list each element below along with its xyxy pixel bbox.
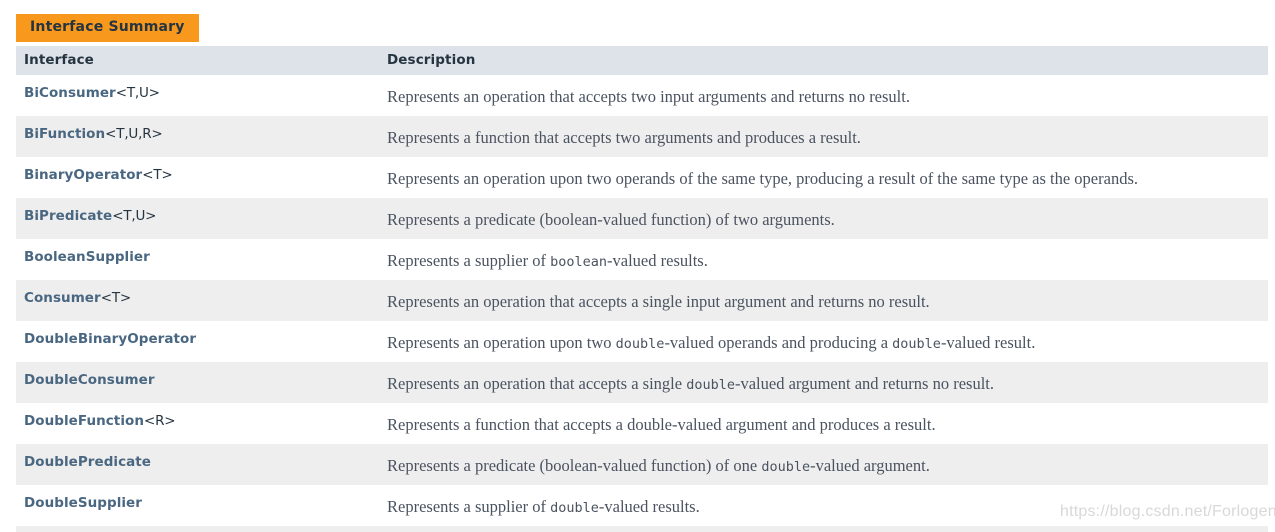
table-bottom-edge: [16, 527, 1268, 532]
description-segment: Represents a predicate (boolean-valued f…: [387, 210, 835, 229]
description-code-term: boolean: [550, 254, 608, 270]
description-segment: -valued results.: [607, 251, 708, 270]
interface-link[interactable]: DoubleBinaryOperator: [24, 331, 196, 347]
page-root: Interface Summary Interface Description …: [0, 0, 1275, 532]
cell-interface: DoubleSupplier: [16, 485, 381, 526]
description-text: Represents an operation that accepts a s…: [387, 374, 995, 394]
interface-generic-params: <T>: [142, 167, 173, 183]
description-segment: Represents an operation upon two operand…: [387, 169, 1138, 188]
table-row: DoublePredicate Represents a predicate (b…: [16, 444, 1268, 485]
cell-interface: Consumer<T>: [16, 280, 381, 321]
table-row: BiPredicate<T,U> Represents a predicate (…: [16, 198, 1268, 239]
cell-interface: DoubleFunction<R>: [16, 403, 381, 444]
description-segment: Represents a supplier of: [387, 251, 551, 270]
description-segment: Represents a predicate (boolean-valued f…: [387, 456, 762, 475]
interface-link[interactable]: DoubleSupplier: [24, 495, 142, 511]
cell-description: Represents a function that accepts two a…: [381, 116, 1268, 157]
table-header-row: Interface Description: [16, 46, 1268, 75]
table-row: DoubleConsumer Represents an operation th…: [16, 362, 1268, 403]
description-code-term: double: [550, 500, 599, 516]
cell-description: Represents an operation upon two operand…: [381, 157, 1268, 198]
cell-interface: DoublePredicate: [16, 444, 381, 485]
cell-description: Represents an operation upon two double-…: [381, 321, 1268, 362]
description-text: Represents an operation upon two double-…: [387, 333, 1036, 353]
description-segment: Represents a function that accepts a dou…: [387, 415, 936, 434]
description-code-term: double: [892, 336, 941, 352]
column-header-description: Description: [381, 46, 1268, 75]
interface-link[interactable]: DoubleConsumer: [24, 372, 155, 388]
description-segment: Represents a supplier of: [387, 497, 551, 516]
column-header-interface: Interface: [16, 46, 381, 75]
interface-link[interactable]: BiConsumer: [24, 85, 116, 101]
cell-description: Represents a supplier of double-valued r…: [381, 485, 1268, 526]
description-segment: Represents an operation that accepts a s…: [387, 374, 687, 393]
interface-summary-caption: Interface Summary: [16, 14, 199, 42]
table-header: Interface Description: [16, 46, 1268, 75]
table-row: BinaryOperator<T> Represents an operation…: [16, 157, 1268, 198]
interface-link[interactable]: BooleanSupplier: [24, 249, 150, 265]
description-code-term: double: [615, 336, 665, 352]
description-segment: -valued operands and producing a: [664, 333, 893, 352]
description-text: Represents an operation that accepts a s…: [387, 292, 930, 311]
cell-interface: DoubleConsumer: [16, 362, 381, 403]
interface-generic-params: <R>: [143, 413, 176, 429]
caption-tab-label: Interface Summary: [16, 14, 199, 42]
description-text: Represents a predicate (boolean-valued f…: [387, 456, 930, 476]
description-segment: -valued result.: [940, 333, 1036, 352]
table-row: BiFunction<T,U,R> Represents a function t…: [16, 116, 1268, 157]
description-text: Represents a function that accepts two a…: [387, 128, 861, 147]
description-code-term: double: [761, 459, 811, 475]
cell-description: Represents an operation that accepts two…: [381, 75, 1268, 116]
description-segment: Represents a function that accepts two a…: [387, 128, 861, 147]
description-segment: -valued argument.: [810, 456, 930, 475]
table-row: BiConsumer<T,U> Represents an operation t…: [16, 75, 1268, 116]
description-text: Represents an operation that accepts two…: [387, 87, 910, 106]
description-code-term: double: [686, 377, 735, 393]
interface-generic-params: <T,U>: [115, 85, 160, 101]
description-text: Represents a supplier of boolean-valued …: [387, 251, 708, 271]
cell-interface: BinaryOperator<T>: [16, 157, 381, 198]
description-segment: Represents an operation that accepts two…: [387, 87, 910, 106]
cell-description: Represents a predicate (boolean-valued f…: [381, 198, 1268, 239]
cell-interface: BiFunction<T,U,R>: [16, 116, 381, 157]
description-segment: -valued argument and returns no result.: [734, 374, 995, 393]
cell-description: Represents a predicate (boolean-valued f…: [381, 444, 1268, 485]
description-segment: -valued results.: [598, 497, 700, 516]
cell-description: Represents a function that accepts a dou…: [381, 403, 1268, 444]
interface-link[interactable]: BiFunction: [24, 126, 105, 142]
description-text: Represents a function that accepts a dou…: [387, 415, 936, 434]
interface-generic-params: <T,U,R>: [105, 126, 163, 142]
cell-interface: BiPredicate<T,U>: [16, 198, 381, 239]
table-row: BooleanSupplier Represents a supplier of …: [16, 239, 1268, 280]
cell-description: Represents an operation that accepts a s…: [381, 362, 1268, 403]
table-row: Consumer<T> Represents an operation that …: [16, 280, 1268, 321]
interface-link[interactable]: DoubleFunction: [24, 413, 144, 429]
description-segment: Represents an operation that accepts a s…: [387, 292, 930, 311]
cell-interface: BiConsumer<T,U>: [16, 75, 381, 116]
description-text: Represents an operation upon two operand…: [387, 169, 1138, 188]
table-row: DoubleSupplier Represents a supplier of d…: [16, 485, 1268, 526]
interface-summary-table: Interface Description BiConsumer<T,U> Rep…: [16, 46, 1268, 532]
cell-interface: DoubleBinaryOperator: [16, 321, 381, 362]
cell-interface: BooleanSupplier: [16, 239, 381, 280]
table-row: DoubleFunction<R> Represents a function t…: [16, 403, 1268, 444]
table-row: DoubleBinaryOperator Represents an operat…: [16, 321, 1268, 362]
interface-link[interactable]: BinaryOperator: [24, 167, 142, 183]
cell-description: Represents an operation that accepts a s…: [381, 280, 1268, 321]
table-body: BiConsumer<T,U> Represents an operation t…: [16, 75, 1268, 532]
description-text: Represents a predicate (boolean-valued f…: [387, 210, 835, 229]
cell-description: Represents a supplier of boolean-valued …: [381, 239, 1268, 280]
description-text: Represents a supplier of double-valued r…: [387, 497, 700, 517]
description-segment: Represents an operation upon two: [387, 333, 616, 352]
interface-generic-params: <T,U>: [112, 208, 157, 224]
interface-link[interactable]: Consumer: [24, 290, 101, 306]
interface-link[interactable]: BiPredicate: [24, 208, 112, 224]
interface-link[interactable]: DoublePredicate: [24, 454, 151, 470]
interface-generic-params: <T>: [100, 290, 132, 306]
